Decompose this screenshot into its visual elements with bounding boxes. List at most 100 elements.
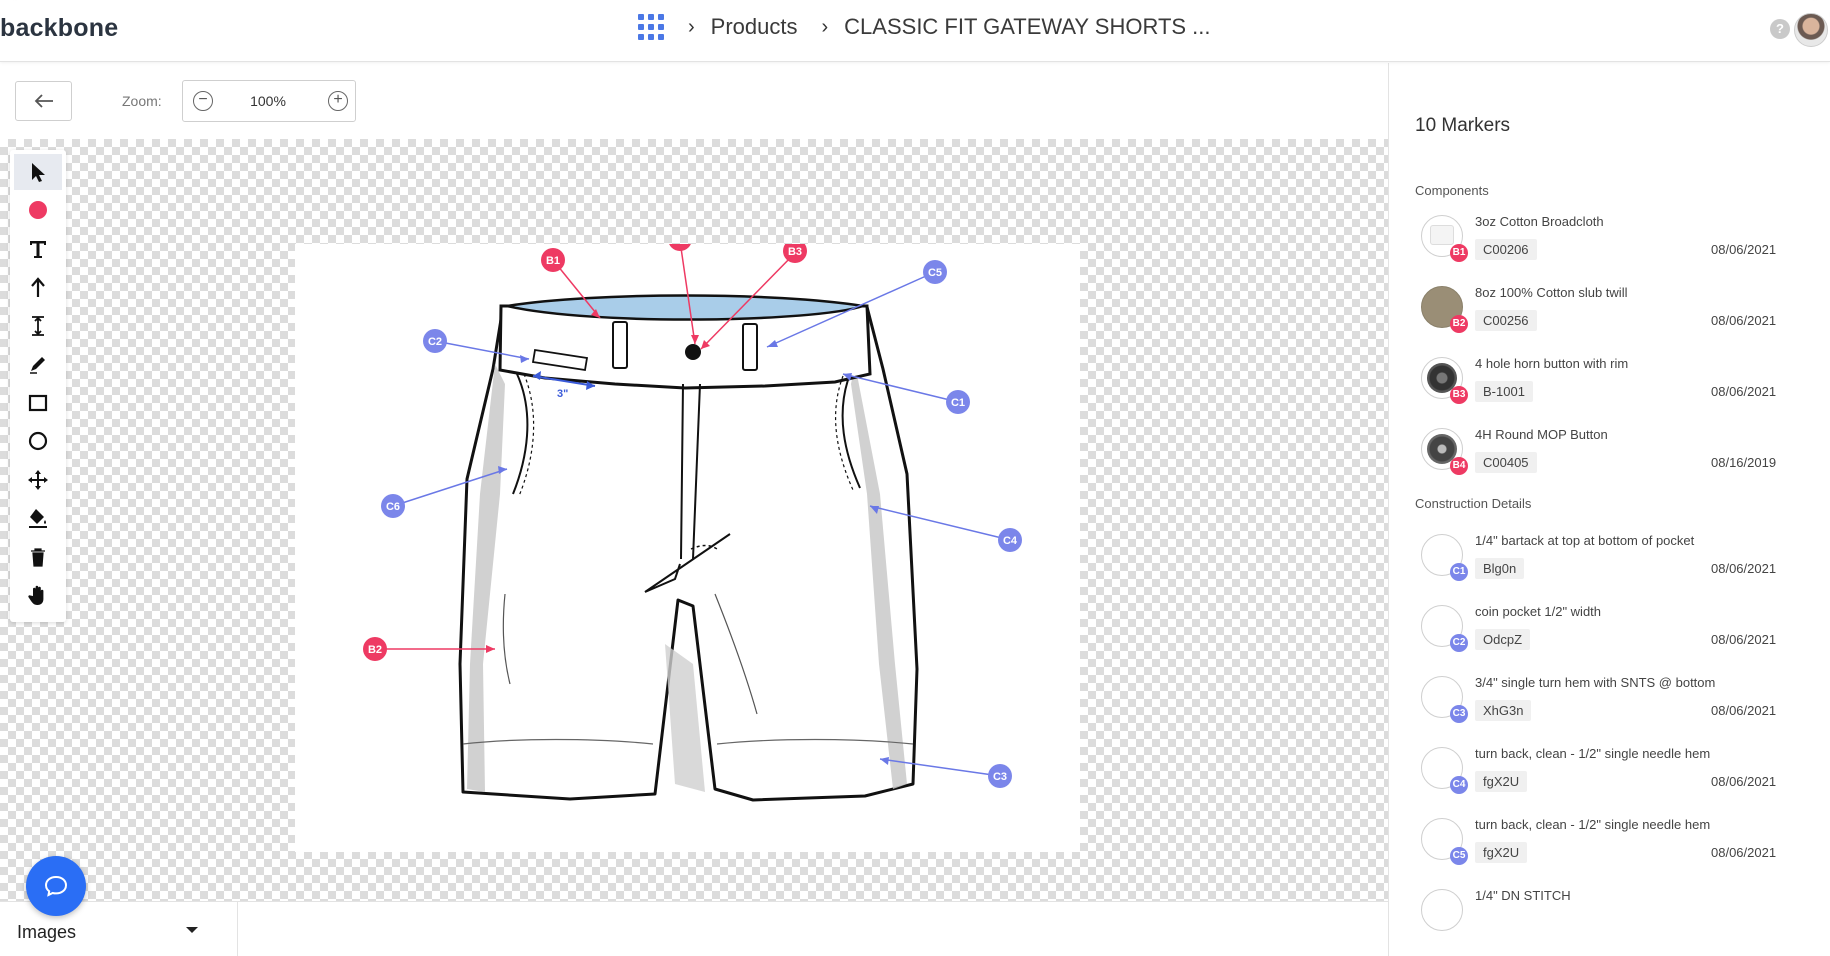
backbone-logo[interactable]: backbone — [0, 14, 118, 43]
marker-c6[interactable]: C6 — [386, 501, 400, 513]
marker-name: turn back, clean - 1/2" single needle he… — [1475, 746, 1711, 761]
marker-name: 4 hole horn button with rim — [1475, 356, 1629, 371]
component-thumbnail: B1 — [1421, 215, 1468, 262]
chevron-right-icon: › — [821, 15, 829, 38]
top-bar: backbone › Products › CLASSIC FIT GATEWA… — [0, 0, 1830, 62]
marker-b4[interactable]: B4 — [673, 234, 688, 246]
marker-c2[interactable]: C2 — [428, 336, 442, 348]
marker-name: coin pocket 1/2" width — [1475, 604, 1602, 619]
red-dot-icon — [29, 201, 47, 219]
marker-code: Blg0n — [1475, 558, 1525, 579]
avatar[interactable] — [1794, 13, 1828, 47]
text-icon — [30, 241, 46, 258]
marker-row-c2[interactable]: C2 coin pocket 1/2" width OdcpZ 08/06/20… — [1389, 593, 1830, 664]
breadcrumb: › Products › CLASSIC FIT GATEWAY SHORTS … — [638, 12, 1211, 42]
construction-thumbnail — [1421, 889, 1463, 931]
rectangle-icon — [28, 394, 48, 412]
markers-count-title: 10 Markers — [1415, 115, 1511, 136]
construction-thumbnail: C3 — [1421, 676, 1468, 723]
marker-row-b4[interactable]: B4 4H Round MOP Button C00405 08/16/2019 — [1389, 416, 1830, 487]
marker-code: fgX2U — [1475, 771, 1528, 792]
marker-name: 1/4" DN STITCH — [1475, 888, 1571, 903]
badge: B2 — [1450, 315, 1468, 333]
dimension-label: 3" — [557, 388, 568, 400]
marker-row-b3[interactable]: B3 4 hole horn button with rim B-1001 08… — [1389, 345, 1830, 416]
marker-row-c1[interactable]: C1 1/4" bartack at top at bottom of pock… — [1389, 522, 1830, 593]
hand-icon — [28, 585, 44, 605]
text-tool[interactable] — [14, 231, 62, 267]
breadcrumb-product-name[interactable]: CLASSIC FIT GATEWAY SHORTS ... — [844, 14, 1210, 40]
marker-code: C00256 — [1475, 310, 1537, 331]
arrow-tool[interactable] — [14, 269, 62, 305]
marker-row-b1[interactable]: B1 3oz Cotton Broadcloth C00206 08/06/20… — [1389, 203, 1830, 274]
marker-date: 08/16/2019 — [1711, 455, 1777, 470]
badge: C1 — [1450, 563, 1468, 581]
pan-tool[interactable] — [14, 577, 62, 613]
marker-tool[interactable] — [14, 192, 62, 228]
marker-code: fgX2U — [1475, 842, 1528, 863]
trash-icon — [31, 548, 45, 567]
chat-support-button[interactable] — [26, 856, 86, 916]
marker-date: 08/06/2021 — [1711, 384, 1777, 399]
circle-tool[interactable] — [14, 423, 62, 459]
measure-icon — [32, 316, 44, 336]
fill-tool[interactable] — [14, 500, 62, 536]
pencil-tool[interactable] — [14, 346, 62, 382]
app-window: backbone › Products › CLASSIC FIT GATEWA… — [0, 0, 1830, 956]
marker-row-c3[interactable]: C3 3/4" single turn hem with SNTS @ bott… — [1389, 664, 1830, 735]
marker-date: 08/06/2021 — [1711, 632, 1777, 647]
marker-code: OdcpZ — [1475, 629, 1531, 650]
construction-thumbnail: C1 — [1421, 534, 1468, 581]
marker-date: 08/06/2021 — [1711, 703, 1777, 718]
marker-row-c4[interactable]: C4 turn back, clean - 1/2" single needle… — [1389, 735, 1830, 806]
help-icon[interactable]: ? — [1770, 19, 1790, 39]
zoom-control: − 100% + — [182, 80, 356, 122]
circle-icon — [28, 431, 48, 451]
marker-name: 8oz 100% Cotton slub twill — [1475, 285, 1628, 300]
marker-b2[interactable]: B2 — [368, 644, 382, 656]
marker-name: 3oz Cotton Broadcloth — [1475, 214, 1604, 229]
marker-row-c6[interactable]: 1/4" DN STITCH — [1389, 877, 1830, 948]
component-thumbnail: B4 — [1421, 428, 1468, 475]
badge: C2 — [1450, 634, 1468, 652]
rectangle-tool[interactable] — [14, 385, 62, 421]
badge: B4 — [1450, 457, 1468, 475]
marker-b1[interactable]: B1 — [546, 255, 560, 267]
marker-name: 1/4" bartack at top at bottom of pocket — [1475, 533, 1695, 548]
marker-date: 08/06/2021 — [1711, 845, 1777, 860]
components-heading: Components — [1415, 183, 1489, 198]
chevron-right-icon: › — [688, 15, 695, 38]
zoom-in-icon[interactable]: + — [328, 91, 348, 111]
marker-b3[interactable]: B3 — [788, 246, 802, 258]
artboard: 3" B1 B4 B3 B2 — [295, 227, 1080, 852]
apps-grid-icon[interactable] — [638, 14, 664, 40]
breadcrumb-products[interactable]: Products — [711, 14, 798, 40]
badge: C3 — [1450, 705, 1468, 723]
marker-c3[interactable]: C3 — [993, 771, 1007, 783]
construction-thumbnail: C5 — [1421, 818, 1468, 865]
construction-thumbnail: C4 — [1421, 747, 1468, 794]
cursor-arrow-icon — [32, 163, 45, 182]
move-tool[interactable] — [14, 462, 62, 498]
component-thumbnail: B3 — [1421, 357, 1468, 404]
images-dropdown[interactable]: Images — [0, 902, 238, 956]
zoom-out-icon[interactable]: − — [193, 91, 213, 111]
marker-row-b2[interactable]: B2 8oz 100% Cotton slub twill C00256 08/… — [1389, 274, 1830, 345]
chat-bubble-icon — [44, 875, 68, 897]
pencil-icon — [30, 357, 45, 374]
images-label: Images — [17, 922, 77, 942]
marker-c4[interactable]: C4 — [1003, 535, 1018, 547]
drawing-canvas[interactable]: 3" B1 B4 B3 B2 — [0, 139, 1388, 901]
marker-row-c5[interactable]: C5 turn back, clean - 1/2" single needle… — [1389, 806, 1830, 877]
back-button[interactable] — [15, 81, 72, 121]
select-tool[interactable] — [14, 154, 62, 190]
marker-date: 08/06/2021 — [1711, 313, 1777, 328]
marker-c5[interactable]: C5 — [928, 267, 942, 279]
dimension-tool[interactable] — [14, 308, 62, 344]
marker-c1[interactable]: C1 — [951, 397, 965, 409]
badge: B3 — [1450, 386, 1468, 404]
badge: C5 — [1450, 847, 1468, 865]
editor-toolbar: Zoom: − 100% + — [0, 63, 1388, 139]
markers-panel: 10 Markers Components B1 3oz Cotton Broa… — [1388, 63, 1830, 956]
delete-tool[interactable] — [14, 539, 62, 575]
